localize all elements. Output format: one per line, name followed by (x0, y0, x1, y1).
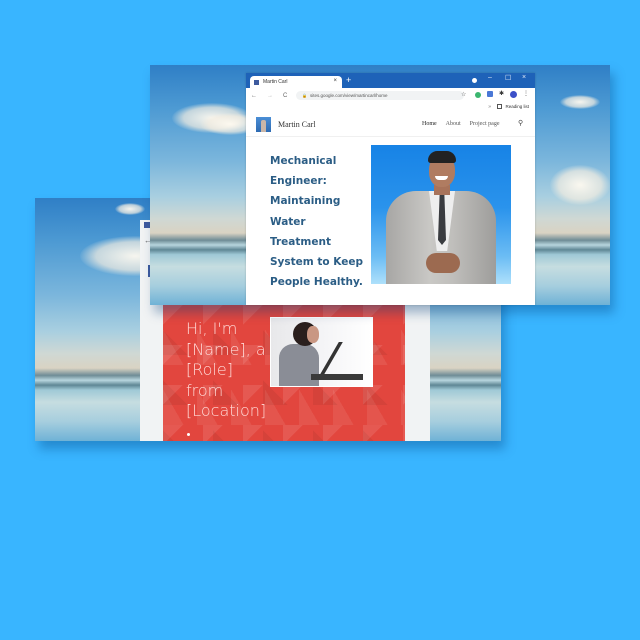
back-button[interactable]: ← (251, 93, 257, 99)
headline-line: System to Keep (270, 256, 363, 269)
headline-line: People Healthy. (270, 276, 363, 289)
site-header: Martin Carl Home About Project page ⚲ (246, 113, 535, 137)
reading-list-icon (497, 104, 503, 109)
translate-extension-icon[interactable] (487, 91, 493, 97)
hero-text: Hi, I'm [Name], a [Role] from [Location] (186, 319, 276, 422)
reading-list-button[interactable]: Reading list (497, 104, 529, 109)
browser-toolbar: ← → C ⌂ 🔒 sites.google.com/view/martinca… (246, 88, 535, 103)
new-tab-button[interactable]: + (346, 75, 351, 85)
site-title[interactable]: Martin Carl (278, 120, 316, 129)
hero-line: [Name], a (186, 339, 266, 359)
headline-line: Water Treatment (270, 215, 331, 248)
laptop-base (311, 374, 363, 380)
photo-face (307, 326, 319, 343)
photo-hands (426, 253, 460, 273)
favicon-icon (254, 79, 259, 85)
front-browser-window: Martin Carl × + – ☐ × ← → C ⌂ 🔒 sites.go… (246, 73, 535, 305)
cloud (115, 203, 145, 215)
bookmarks-bar: » Reading list (246, 103, 535, 113)
extensions-puzzle-icon[interactable]: ✱ (499, 90, 504, 97)
photo-smile (435, 176, 448, 180)
page-headline: Mechanical Engineer: Maintaining Water T… (270, 151, 370, 292)
hero-line: [Location] (186, 401, 267, 420)
headline-line: Maintaining (270, 195, 341, 208)
man-portrait-photo (371, 145, 511, 284)
browser-menu-icon[interactable]: ⋮ (523, 90, 529, 97)
woman-laptop-photo (270, 317, 373, 387)
search-icon[interactable]: ⚲ (518, 119, 523, 127)
carousel-dot[interactable] (187, 433, 190, 436)
site-nav: Home About Project page (422, 121, 500, 127)
hero-line: [Role] (186, 360, 233, 379)
lock-icon: 🔒 (302, 93, 307, 98)
reload-button[interactable]: C (283, 93, 287, 99)
forward-button[interactable]: → (267, 93, 273, 99)
nav-about[interactable]: About (446, 121, 461, 127)
title-bar: Martin Carl × + – ☐ × (246, 73, 535, 88)
headline-line: Mechanical (270, 155, 337, 167)
tab-title: Martin Carl (263, 79, 288, 85)
minimize-button[interactable]: – (488, 74, 492, 81)
close-window-button[interactable]: × (522, 74, 526, 81)
site-logo-avatar[interactable] (256, 117, 271, 132)
nav-project-page[interactable]: Project page (470, 121, 500, 127)
hero-line: Hi, I'm (186, 319, 238, 338)
cloud (550, 165, 610, 205)
laptop-icon (319, 342, 343, 376)
maximize-button[interactable]: ☐ (505, 74, 511, 82)
cloud (560, 95, 600, 109)
hero-line: from (186, 380, 224, 400)
headline-line: Engineer: (270, 175, 327, 188)
photo-body (279, 344, 319, 386)
media-indicator-icon[interactable] (472, 78, 477, 83)
address-bar[interactable]: 🔒 sites.google.com/view/martincarl/home (296, 91, 464, 100)
extension-icon[interactable] (475, 92, 481, 98)
bookmark-star-icon[interactable]: ☆ (461, 91, 466, 98)
bookmarks-overflow-icon[interactable]: » (488, 104, 491, 110)
url-text: sites.google.com/view/martincarl/home (309, 93, 388, 98)
hero-banner: Hi, I'm [Name], a [Role] from [Location] (163, 305, 405, 441)
reading-list-label: Reading list (505, 104, 529, 109)
profile-avatar[interactable] (510, 91, 517, 98)
browser-tab[interactable]: Martin Carl × (250, 76, 342, 88)
nav-home[interactable]: Home (422, 121, 437, 127)
tab-close-icon[interactable]: × (333, 78, 337, 84)
photo-hair (428, 151, 456, 163)
